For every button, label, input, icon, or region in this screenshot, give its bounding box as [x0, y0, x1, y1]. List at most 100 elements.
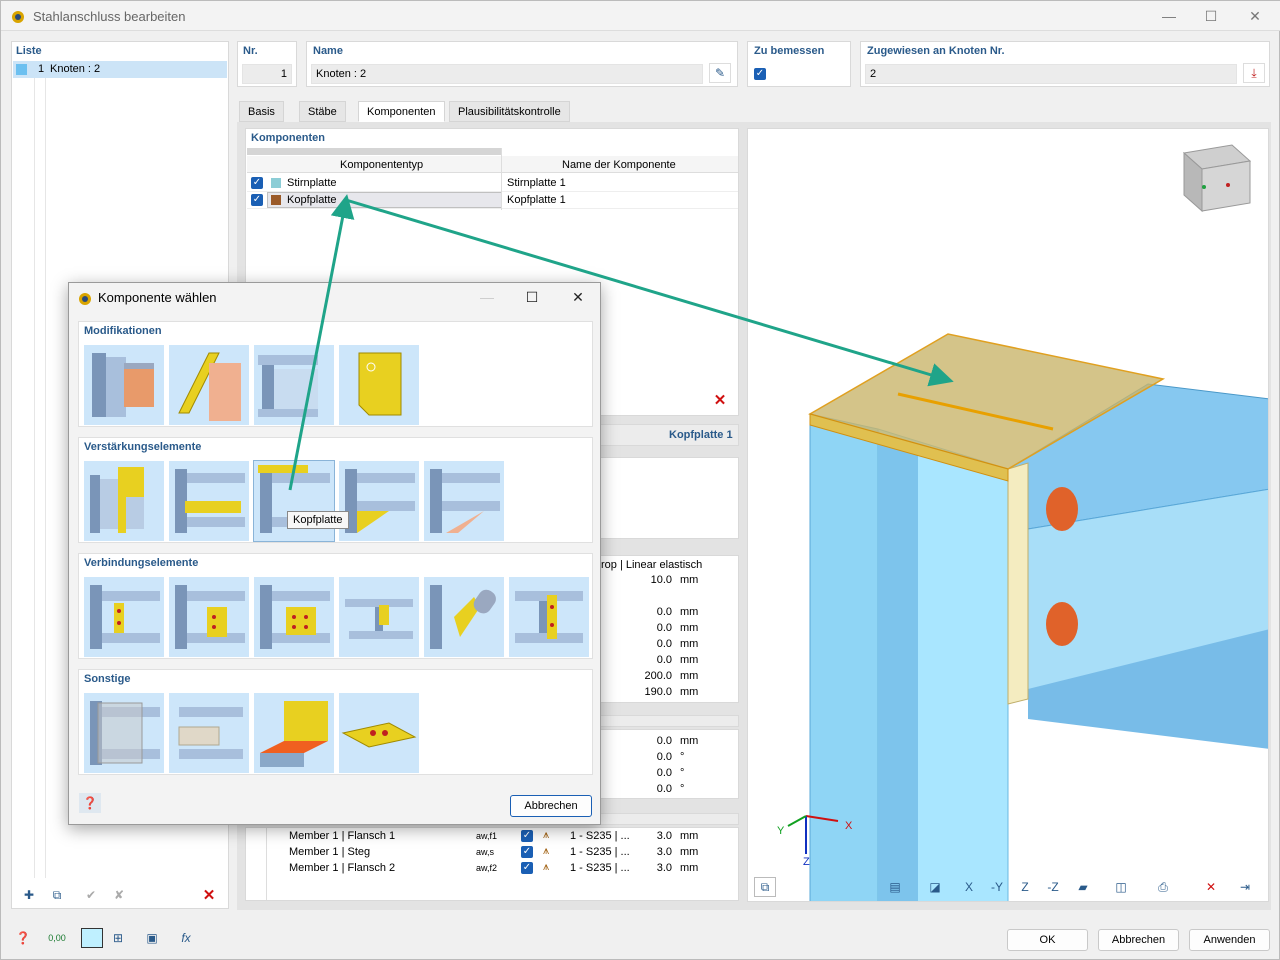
- value: 0.0: [656, 622, 672, 634]
- komponente-waehlen-dialog: Komponente wählen — ☐ ✕ Modifikationen V…: [68, 282, 601, 825]
- zu-bemessen-panel: Zu bemessen ✓: [747, 41, 851, 87]
- display-icon[interactable]: ▤: [884, 877, 906, 897]
- component-thumb-kopfplatte[interactable]: [253, 460, 335, 542]
- row-checkbox[interactable]: ✓: [251, 177, 263, 189]
- component-name: Stirnplatte 1: [507, 177, 566, 189]
- print-icon[interactable]: ⎙: [1152, 877, 1174, 897]
- component-thumb[interactable]: [169, 461, 249, 541]
- col-komponententyp: Komponententyp: [340, 159, 424, 171]
- component-thumb[interactable]: [254, 345, 334, 425]
- close-button[interactable]: ✕: [1235, 5, 1275, 27]
- name-field[interactable]: Knoten : 2: [311, 64, 703, 84]
- weld-member: Member 1 | Flansch 2: [289, 862, 396, 874]
- tab-staebe[interactable]: Stäbe: [299, 101, 346, 122]
- component-thumb[interactable]: [339, 693, 419, 773]
- table-row[interactable]: Member 1 | Steg aw,s ✓ ⩚ 1 - S235 | ... …: [246, 844, 736, 861]
- dialog-maximize-button[interactable]: ☐: [512, 286, 552, 308]
- dialog-minimize-button[interactable]: —: [467, 286, 507, 308]
- units-icon[interactable]: ⊞: [107, 928, 129, 948]
- component-thumb[interactable]: [339, 577, 419, 657]
- view-z-icon[interactable]: Z: [1014, 877, 1036, 897]
- section-title: Verbindungselemente: [84, 557, 199, 569]
- name-label: Name: [313, 45, 343, 57]
- component-thumb[interactable]: [169, 345, 249, 425]
- component-thumb[interactable]: [254, 577, 334, 657]
- component-thumb[interactable]: [254, 693, 334, 773]
- liste-item[interactable]: 1 Knoten : 2: [13, 61, 227, 78]
- value: 190.0: [644, 686, 672, 698]
- weld-symbol: aw,f1: [476, 831, 498, 841]
- nr-field[interactable]: 1: [242, 64, 292, 84]
- ok-button[interactable]: OK: [1007, 929, 1088, 951]
- component-thumb[interactable]: [424, 577, 504, 657]
- weld-checkbox[interactable]: ✓: [521, 846, 533, 858]
- info-icon[interactable]: ▣: [141, 928, 163, 948]
- table-row[interactable]: ✓ Stirnplatte Stirnplatte 1: [247, 175, 738, 192]
- app-icon: [12, 11, 24, 23]
- edit-name-icon[interactable]: ✎: [709, 63, 731, 83]
- zugewiesen-field[interactable]: 2: [865, 64, 1237, 84]
- view-minus-z-icon[interactable]: -Z: [1042, 877, 1064, 897]
- component-thumb[interactable]: [339, 345, 419, 425]
- tab-plausibilitaet[interactable]: Plausibilitätskontrolle: [449, 101, 570, 122]
- table-row[interactable]: ✓ Kopfplatte Kopfplatte 1: [247, 192, 738, 209]
- view-minus-y-icon[interactable]: -Y: [986, 877, 1008, 897]
- weld-value: 3.0: [656, 830, 672, 842]
- new-item-icon[interactable]: ✚: [18, 885, 40, 905]
- weld-checkbox[interactable]: ✓: [521, 830, 533, 842]
- value: 0.0: [656, 606, 672, 618]
- transparency-icon[interactable]: ◫: [1110, 877, 1132, 897]
- material-text: rop | Linear elastisch: [601, 559, 703, 571]
- export-icon[interactable]: ⇥: [1234, 877, 1256, 897]
- render-mode-icon[interactable]: ▰: [1072, 877, 1094, 897]
- tooltip: Kopfplatte: [287, 511, 349, 529]
- table-row[interactable]: Member 1 | Flansch 2 aw,f2 ✓ ⩚ 1 - S235 …: [246, 860, 736, 877]
- maximize-button[interactable]: ☐: [1191, 5, 1231, 27]
- cancel-button[interactable]: Abbrechen: [1098, 929, 1179, 951]
- weld-material: 1 - S235 | ...: [570, 830, 630, 842]
- copy-item-icon[interactable]: ⧉: [46, 885, 68, 905]
- view-settings-icon[interactable]: ⧉: [754, 877, 776, 897]
- dialog-close-button[interactable]: ✕: [558, 286, 598, 308]
- apply-button[interactable]: Anwenden: [1189, 929, 1270, 951]
- dialog-help-icon[interactable]: ❓: [79, 793, 101, 813]
- component-thumb[interactable]: [84, 345, 164, 425]
- color-icon[interactable]: [81, 928, 103, 948]
- reset-view-icon[interactable]: ✕: [1200, 877, 1222, 897]
- axis-x-label: X: [845, 820, 853, 832]
- minimize-button[interactable]: —: [1149, 5, 1189, 27]
- zu-bemessen-checkbox[interactable]: ✓: [754, 68, 766, 80]
- tab-komponenten[interactable]: Komponenten: [358, 101, 445, 122]
- component-thumb[interactable]: [169, 693, 249, 773]
- table-row[interactable]: Member 1 | Flansch 1 aw,f1 ✓ ⩚ 1 - S235 …: [246, 828, 736, 845]
- component-thumb[interactable]: [84, 461, 164, 541]
- weld-checkbox[interactable]: ✓: [521, 862, 533, 874]
- formula-icon[interactable]: fx: [175, 928, 197, 948]
- decimal-icon[interactable]: 0,00: [46, 928, 68, 948]
- row-checkbox[interactable]: ✓: [251, 194, 263, 206]
- check-all-icon[interactable]: ✔: [80, 885, 102, 905]
- help-icon[interactable]: ❓: [12, 928, 34, 948]
- component-thumb[interactable]: [169, 577, 249, 657]
- component-thumb[interactable]: [339, 461, 419, 541]
- dialog-cancel-button[interactable]: Abbrechen: [510, 795, 592, 817]
- tab-basis[interactable]: Basis: [239, 101, 284, 122]
- value: 0.0: [656, 638, 672, 650]
- weld-value: 3.0: [656, 846, 672, 858]
- weld-material: 1 - S235 | ...: [570, 846, 630, 858]
- component-thumb[interactable]: [84, 577, 164, 657]
- delete-component-icon[interactable]: ✕: [709, 390, 731, 410]
- component-thumb[interactable]: [424, 461, 504, 541]
- component-thumb[interactable]: [84, 693, 164, 773]
- section-modifikationen: Modifikationen: [78, 321, 593, 427]
- unit: mm: [680, 574, 699, 586]
- component-thumb[interactable]: [509, 577, 589, 657]
- component-name: Kopfplatte 1: [507, 194, 566, 206]
- uncheck-all-icon[interactable]: ✘: [108, 885, 130, 905]
- delete-item-icon[interactable]: ✕: [198, 885, 220, 905]
- view-x-icon[interactable]: X: [958, 877, 980, 897]
- axis-z-label: Z: [803, 856, 810, 868]
- 3d-viewport[interactable]: X Y Z ⧉ ▤ ◪ X -Y Z -Z ▰ ◫ ⎙ ✕ ⇥: [747, 128, 1269, 902]
- select-node-icon[interactable]: ⤓: [1243, 63, 1265, 83]
- measure-icon[interactable]: ◪: [924, 877, 946, 897]
